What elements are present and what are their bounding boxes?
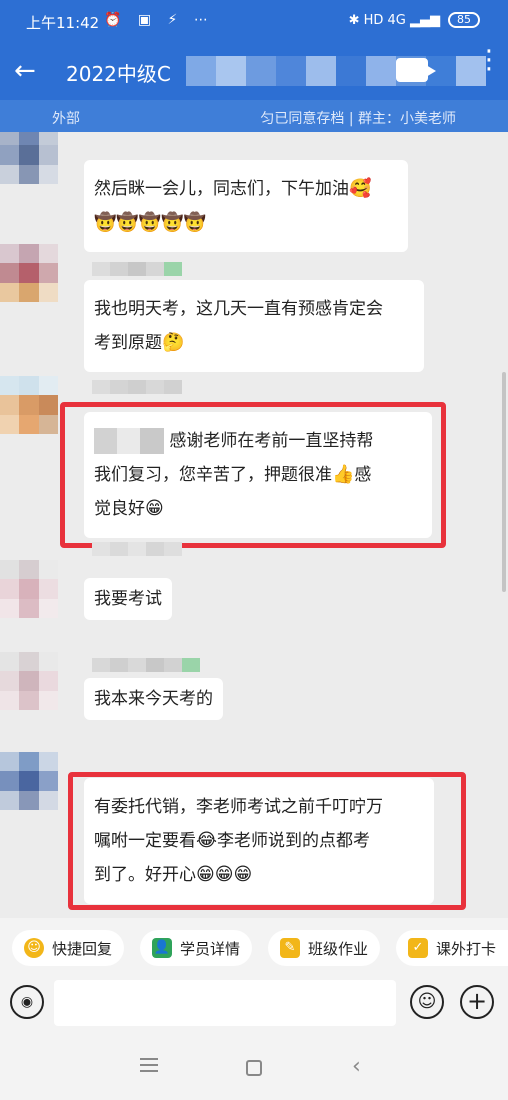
message-text: 我要考试 <box>94 589 162 609</box>
checkin-label: 课外打卡 <box>436 939 497 958</box>
scrollbar[interactable] <box>502 372 506 592</box>
status-notification-icons: ⏰ ▣ ⚡ ⋯ <box>104 12 214 28</box>
student-details-button[interactable]: 👤 学员详情 <box>140 930 253 966</box>
message-input[interactable] <box>54 980 396 1026</box>
quick-reply-button[interactable]: ☺ 快捷回复 <box>12 930 125 966</box>
highlight-box <box>68 772 466 910</box>
plus-icon[interactable]: + <box>460 985 494 1019</box>
group-info-bar: 外部 匀已同意存档 | 群主：小美老师 <box>0 100 508 132</box>
message-emoji: 🥰 <box>349 178 372 199</box>
checkin-button[interactable]: ✓ 课外打卡 <box>396 930 508 966</box>
home-icon[interactable] <box>246 1060 262 1076</box>
sender-name-mosaic <box>92 658 200 672</box>
chat-title: 2022中级C <box>66 62 171 86</box>
input-bar: ◉ ☺ + <box>0 976 508 1036</box>
more-options-icon[interactable]: ⋮ <box>476 47 502 73</box>
message-bubble[interactable]: 我也明天考，这几天一直有预感肯定会 考到原题🤔 <box>84 280 424 372</box>
avatar[interactable] <box>0 560 58 618</box>
message-emoji: 🤔 <box>162 332 185 353</box>
sender-name-mosaic <box>92 262 182 276</box>
avatar[interactable] <box>0 244 58 302</box>
battery-icon: 85 <box>448 12 480 28</box>
sender-name-mosaic <box>92 380 182 394</box>
group-owner-info: 匀已同意存档 | 群主：小美老师 <box>260 111 456 127</box>
sender-name-mosaic <box>92 542 182 556</box>
homework-icon: ✎ <box>280 938 300 958</box>
avatar[interactable] <box>0 752 58 810</box>
emoji-icon[interactable]: ☺ <box>410 985 444 1019</box>
status-time: 上午11:42 <box>26 14 100 32</box>
message-text: 然后眯一会儿，同志们，下午加油 <box>94 179 349 199</box>
menu-icon[interactable] <box>140 1058 158 1072</box>
message-text: 我也明天考，这几天一直有预感肯定会 <box>94 299 383 319</box>
video-call-icon[interactable] <box>396 58 436 82</box>
message-text: 我本来今天考的 <box>94 689 213 709</box>
status-bar: 上午11:42 ⏰ ▣ ⚡ ⋯ ✱ HD 4G ▂▄▆ 85 <box>0 0 508 44</box>
avatar[interactable] <box>0 652 58 710</box>
status-right-icons: ✱ HD 4G ▂▄▆ 85 <box>349 12 480 28</box>
external-label: 外部 <box>52 111 80 127</box>
message-emoji-row: 🤠🤠🤠🤠🤠 <box>94 212 207 233</box>
highlight-box <box>60 402 446 548</box>
quick-reply-icon: ☺ <box>24 938 44 958</box>
system-nav-bar: ‹ <box>0 1036 508 1100</box>
quick-reply-label: 快捷回复 <box>52 939 113 958</box>
back-arrow-icon[interactable]: ← <box>14 56 44 86</box>
chat-header: ← 2022中级C ⋮ <box>0 44 508 100</box>
title-mosaic <box>186 56 486 86</box>
avatar[interactable] <box>0 376 58 434</box>
avatar[interactable] <box>0 132 58 184</box>
class-homework-label: 班级作业 <box>308 939 369 958</box>
message-bubble[interactable]: 我要考试 <box>84 578 172 620</box>
chat-messages[interactable]: 然后眯一会儿，同志们，下午加油🥰 🤠🤠🤠🤠🤠 我也明天考，这几天一直有预感肯定会… <box>0 132 508 918</box>
student-icon: 👤 <box>152 938 172 958</box>
signal-icon: ✱ HD 4G ▂▄▆ <box>348 12 440 28</box>
checkin-icon: ✓ <box>408 938 428 958</box>
quick-actions-bar: ☺ 快捷回复 👤 学员详情 ✎ 班级作业 ✓ 课外打卡 <box>0 918 508 976</box>
message-text: 考到原题 <box>94 333 162 353</box>
back-icon[interactable]: ‹ <box>352 1054 361 1079</box>
message-bubble[interactable]: 我本来今天考的 <box>84 678 223 720</box>
message-bubble[interactable]: 然后眯一会儿，同志们，下午加油🥰 🤠🤠🤠🤠🤠 <box>84 160 408 252</box>
student-details-label: 学员详情 <box>180 939 241 958</box>
class-homework-button[interactable]: ✎ 班级作业 <box>268 930 381 966</box>
voice-input-icon[interactable]: ◉ <box>10 985 44 1019</box>
